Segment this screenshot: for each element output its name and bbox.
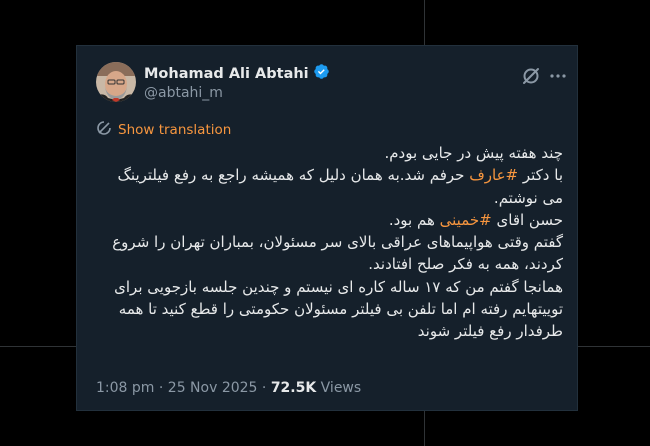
hashtag-link[interactable]: #خمینی — [440, 211, 492, 229]
tweet-line: چند هفته پیش در جایی بودم. — [384, 144, 563, 162]
avatar[interactable] — [96, 62, 136, 102]
background-line — [424, 0, 425, 45]
author-name-row[interactable]: Mohamad Ali Abtahi — [144, 63, 330, 84]
background-line — [578, 346, 650, 347]
tweet-line: هم بود. — [388, 210, 440, 229]
tweet-line: حسن اقای — [491, 210, 564, 229]
more-icon[interactable] — [548, 66, 568, 86]
grok-icon[interactable] — [520, 65, 542, 87]
tweet-text: چند هفته پیش در جایی بودم. با دکتر #عارف… — [95, 142, 563, 343]
tweet-time[interactable]: 1:08 pm — [96, 380, 154, 396]
author-handle[interactable]: @abtahi_m — [144, 85, 223, 101]
show-translation-label[interactable]: Show translation — [118, 122, 231, 138]
tweet-line: همانجا گفتم من که ۱۷ ساله کاره ای نیستم … — [109, 277, 563, 341]
tweet-meta: 1:08 pm · 25 Nov 2025 · 72.5K Views — [96, 380, 362, 396]
tweet-card: Mohamad Ali Abtahi @abtahi_m Show transl… — [76, 45, 578, 411]
show-translation-link[interactable]: Show translation — [96, 120, 231, 140]
tweet-line: با دکتر — [518, 166, 563, 185]
views-count: 72.5K — [270, 380, 317, 396]
views-label: Views — [320, 380, 362, 396]
author-name[interactable]: Mohamad Ali Abtahi — [144, 66, 309, 82]
hashtag-link[interactable]: #عارف — [469, 166, 518, 184]
background-line — [424, 411, 425, 446]
tweet-date[interactable]: 25 Nov 2025 — [168, 380, 258, 396]
background-line — [0, 346, 76, 347]
tweet-line: گفتم وقتی هواپیماهای عراقی بالای سر مسئو… — [107, 233, 563, 274]
translate-icon — [96, 120, 112, 140]
verified-badge-icon — [313, 63, 330, 84]
